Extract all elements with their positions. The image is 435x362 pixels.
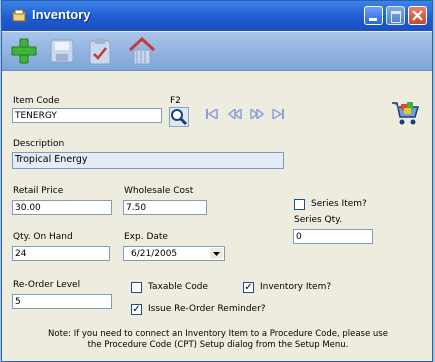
item-code-label: Item Code [13, 96, 60, 106]
cart-icon [392, 102, 420, 125]
next-record-icon[interactable] [250, 109, 264, 119]
inventory-window: Inventory Item Code TENERGY F2 Descripti… [1, 0, 433, 362]
window-title: Inventory [32, 7, 91, 22]
add-icon[interactable] [8, 36, 40, 66]
series-qty-input[interactable]: 0 [293, 229, 373, 244]
issue-reorder-label: Issue Re-Order Reminder? [148, 304, 266, 314]
inventory-form: Item Code TENERGY F2 Description Tropica… [2, 71, 432, 361]
retail-price-label: Retail Price [13, 186, 64, 196]
note-line-1: Note: If you need to connect an Inventor… [48, 329, 388, 339]
procedure-code-note: Note: If you need to connect an Inventor… [12, 329, 424, 351]
close-icon [412, 10, 423, 21]
title-bar: Inventory [2, 1, 432, 31]
taxable-code-checkbox[interactable] [131, 282, 142, 293]
note-line-2: the Procedure Code (CPT) Setup dialog fr… [87, 340, 349, 350]
qty-on-hand-label: Qty. On Hand [13, 232, 73, 242]
wholesale-cost-input[interactable]: 7.50 [123, 200, 207, 215]
series-item-label: Series Item? [311, 199, 367, 209]
inventory-app-icon [12, 9, 26, 22]
clipboard-icon[interactable] [84, 36, 116, 66]
home-icon[interactable] [126, 36, 158, 66]
minimize-button[interactable] [364, 6, 383, 25]
issue-reorder-checkbox[interactable]: ✓ [131, 304, 142, 315]
qty-on-hand-input[interactable]: 24 [12, 246, 110, 261]
inventory-item-checkbox[interactable]: ✓ [243, 282, 254, 293]
exp-date-label: Exp. Date [124, 232, 168, 242]
description-input[interactable]: Tropical Energy [12, 152, 284, 169]
previous-record-icon[interactable] [228, 109, 242, 119]
last-record-icon[interactable] [272, 109, 284, 119]
taxable-code-label: Taxable Code [148, 282, 209, 292]
series-item-checkbox[interactable] [294, 199, 305, 210]
first-record-icon[interactable] [206, 109, 218, 119]
inventory-item-label: Inventory Item? [260, 282, 332, 292]
save-icon[interactable] [46, 36, 78, 66]
retail-price-input[interactable]: 30.00 [12, 200, 112, 215]
description-label: Description [13, 139, 65, 149]
reorder-level-label: Re-Order Level [13, 280, 81, 290]
close-button[interactable] [408, 6, 427, 25]
item-code-input[interactable]: TENERGY [12, 108, 162, 123]
reorder-level-input[interactable]: 5 [12, 294, 112, 309]
series-qty-label: Series Qty. [294, 215, 343, 225]
exp-date-value: 6/21/2005 [131, 249, 178, 259]
f2-label: F2 [170, 96, 181, 106]
chevron-down-icon[interactable] [210, 248, 223, 259]
exp-date-dropdown[interactable]: 6/21/2005 [123, 246, 225, 261]
maximize-button[interactable] [386, 6, 405, 25]
toolbar [2, 32, 432, 71]
wholesale-cost-label: Wholesale Cost [124, 186, 194, 196]
search-icon[interactable] [169, 107, 189, 127]
